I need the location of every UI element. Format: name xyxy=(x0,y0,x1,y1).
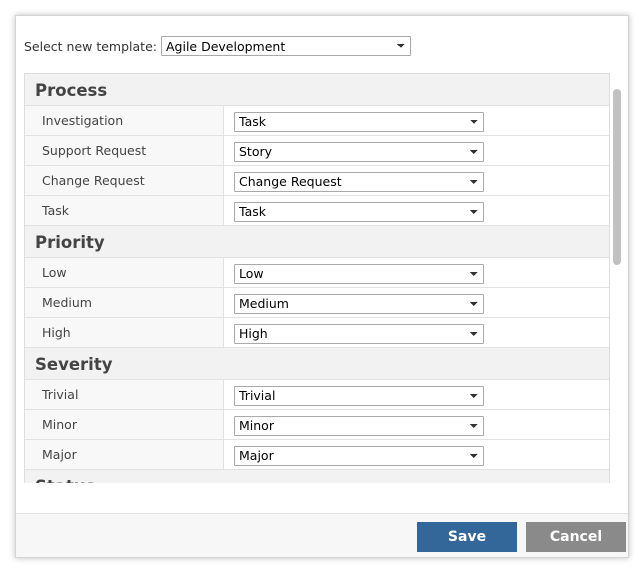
mapping-source-label: Major xyxy=(25,440,224,469)
mapping-target-cell: Major xyxy=(224,440,609,469)
mapping-target-cell: Change Request xyxy=(224,166,609,195)
mapping-source-label: Investigation xyxy=(25,106,224,135)
mapping-target-select[interactable]: Task xyxy=(234,201,484,222)
mapping-target-select[interactable]: Low xyxy=(234,263,484,284)
mapping-target-cell: Low xyxy=(224,258,609,287)
section-header-severity: Severity xyxy=(25,348,609,380)
mapping-target-select[interactable]: Task xyxy=(234,111,484,132)
mapping-target-select[interactable]: Minor xyxy=(234,415,484,436)
template-label: Select new template: xyxy=(24,38,157,54)
mapping-source-label: Trivial xyxy=(25,380,224,409)
mapping-target-select[interactable]: Change Request xyxy=(234,171,484,192)
mapping-row: Low Low xyxy=(25,258,609,288)
mapping-row: Minor Minor xyxy=(25,410,609,440)
mapping-target-cell: Task xyxy=(224,196,609,225)
mapping-target-cell: Story xyxy=(224,136,609,165)
scrollbar-thumb[interactable] xyxy=(613,89,621,265)
mapping-source-label: Support Request xyxy=(25,136,224,165)
mapping-row: Change Request Change Request xyxy=(25,166,609,196)
mapping-source-label: High xyxy=(25,318,224,347)
section-header-status: Status xyxy=(25,470,609,483)
mapping-row: Support Request Story xyxy=(25,136,609,166)
mapping-target-cell: Minor xyxy=(224,410,609,439)
dialog-footer: Save Cancel xyxy=(16,513,628,557)
mapping-source-label: Change Request xyxy=(25,166,224,195)
mapping-source-label: Task xyxy=(25,196,224,225)
mapping-target-cell: Trivial xyxy=(224,380,609,409)
section-header-priority: Priority xyxy=(25,226,609,258)
mapping-target-select[interactable]: Story xyxy=(234,141,484,162)
mapping-target-select[interactable]: Medium xyxy=(234,293,484,314)
mapping-source-label: Medium xyxy=(25,288,224,317)
mapping-source-label: Minor xyxy=(25,410,224,439)
vertical-scrollbar[interactable] xyxy=(611,73,625,483)
mapping-source-label: Low xyxy=(25,258,224,287)
mapping-target-cell: Medium xyxy=(224,288,609,317)
template-selector-row: Select new template: Agile Development xyxy=(24,36,411,56)
change-template-dialog: Select new template: Agile Development P… xyxy=(15,15,629,558)
mapping-target-select[interactable]: Major xyxy=(234,445,484,466)
mapping-target-select[interactable]: High xyxy=(234,323,484,344)
mapping-scroll-area[interactable]: Process Investigation Task Support Request S… xyxy=(24,73,610,483)
mapping-row: Medium Medium xyxy=(25,288,609,318)
mapping-row: Investigation Task xyxy=(25,106,609,136)
cancel-button[interactable]: Cancel xyxy=(526,522,626,552)
mapping-row: Trivial Trivial xyxy=(25,380,609,410)
mapping-row: Major Major xyxy=(25,440,609,470)
section-header-process: Process xyxy=(25,74,609,106)
mapping-target-cell: Task xyxy=(224,106,609,135)
mapping-target-cell: High xyxy=(224,318,609,347)
template-select[interactable]: Agile Development xyxy=(160,36,411,56)
mapping-target-select[interactable]: Trivial xyxy=(234,385,484,406)
save-button[interactable]: Save xyxy=(417,522,517,552)
mapping-row: High High xyxy=(25,318,609,348)
mapping-row: Task Task xyxy=(25,196,609,226)
mapping-sections: Process Investigation Task Support Request S… xyxy=(25,74,609,483)
